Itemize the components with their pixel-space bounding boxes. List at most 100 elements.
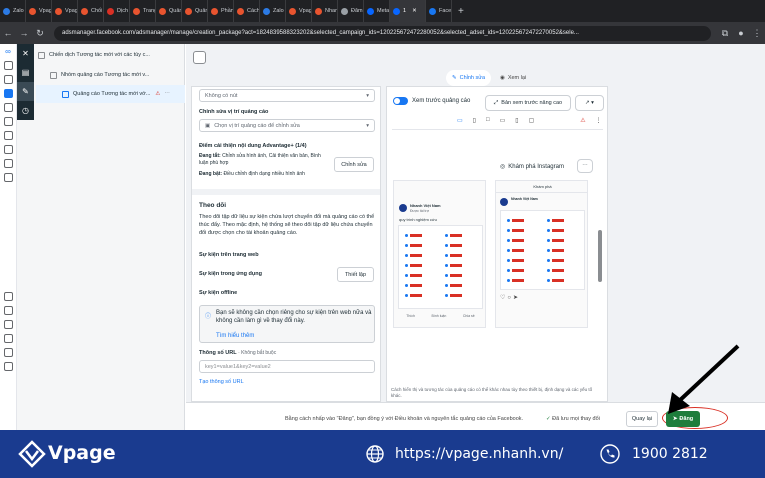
advanced-preview-button[interactable]: ⤢ Bản xem trước nâng cao: [485, 95, 571, 111]
preview-disclaimer: Cách hiển thị và tương tác của quảng cáo…: [391, 387, 593, 398]
browser-tab[interactable]: Quản: [156, 0, 182, 22]
history-icon[interactable]: ◷: [17, 101, 34, 120]
setup-button[interactable]: Thiết lập: [337, 267, 374, 282]
account-icon[interactable]: [3, 61, 13, 70]
tab-edit[interactable]: ✎ Chỉnh sửa: [446, 70, 491, 86]
flow-node: [507, 239, 510, 242]
comment-button[interactable]: Bình luận: [432, 314, 447, 318]
back-button[interactable]: Quay lại: [626, 411, 658, 427]
more-icon[interactable]: ⋯: [164, 91, 170, 97]
browser-tab[interactable]: Zalo: [260, 0, 286, 22]
search-icon[interactable]: [3, 348, 13, 357]
flow-label: [450, 264, 462, 267]
hamburger-icon[interactable]: [3, 173, 13, 182]
forward-icon[interactable]: →: [16, 28, 32, 38]
ig-action-icons[interactable]: ♡○➤: [500, 294, 520, 301]
settings-icon[interactable]: [3, 320, 13, 329]
flow-node: [547, 279, 550, 282]
explore-instagram-label: Khám phá Instagram: [508, 163, 564, 170]
notification-icon[interactable]: [3, 334, 13, 343]
tree-ad[interactable]: Quảng cáo Tương tác mới vớ... ⚠ ⋯: [36, 85, 185, 103]
hotline[interactable]: 1900 2812: [632, 446, 708, 462]
url-text: adsmanager.facebook.com/adsmanager/manag…: [62, 30, 579, 36]
address-bar[interactable]: adsmanager.facebook.com/adsmanager/manag…: [54, 25, 711, 41]
browser-tab[interactable]: Nhan: [312, 0, 338, 22]
tree-adset[interactable]: Nhóm quảng cáo Tương tác mới v...: [50, 66, 149, 84]
flow-node: [405, 274, 408, 277]
browser-tab[interactable]: Quản: [182, 0, 208, 22]
toggle-switch[interactable]: [393, 97, 408, 105]
device-switcher: ▭ ▯ □ ▭ ▯ ▢ ⚠ ⋮: [457, 117, 602, 124]
billing-icon[interactable]: [3, 131, 13, 140]
story-icon[interactable]: ▯: [515, 117, 518, 124]
browser-tab[interactable]: Dịch: [104, 0, 130, 22]
browser-tab[interactable]: Vpag: [286, 0, 312, 22]
square-icon[interactable]: □: [486, 117, 490, 124]
new-tab-icon[interactable]: +: [452, 6, 470, 17]
tab-favicon-icon: [133, 7, 140, 15]
meta-logo-icon[interactable]: ∞: [0, 47, 16, 56]
browser-tab[interactable]: Vpag: [52, 0, 78, 22]
flow-node: [405, 264, 408, 267]
url-params-optional: · Không bắt buộc: [238, 350, 277, 356]
learn-more-link[interactable]: Tìm hiểu thêm: [216, 333, 254, 339]
browser-tab[interactable]: Meta: [364, 0, 390, 22]
reload-icon[interactable]: ↻: [32, 28, 48, 39]
help-icon[interactable]: [3, 292, 13, 301]
folder-icon: [38, 51, 45, 59]
close-tab-icon[interactable]: ✕: [412, 8, 417, 14]
browser-tab[interactable]: Chối: [78, 0, 104, 22]
placement-select[interactable]: ▣ Chọn vị trí quảng cáo để chỉnh sửa ▾: [199, 119, 375, 132]
explore-instagram[interactable]: ◎ Khám phá Instagram: [495, 159, 569, 174]
browser-tab[interactable]: Facel: [426, 0, 452, 22]
emoji-icon[interactable]: [3, 75, 13, 84]
back-icon[interactable]: ←: [0, 28, 16, 38]
preview-toggle[interactable]: Xem trước quảng cáo: [393, 97, 470, 105]
tablet-icon[interactable]: ▭: [500, 117, 506, 124]
megaphone-icon[interactable]: [3, 145, 13, 154]
share-dropdown[interactable]: ↗ ▾: [575, 95, 604, 111]
url-params-input[interactable]: key1=value1&key2=value2: [199, 360, 375, 373]
profile-icon[interactable]: ●: [733, 28, 749, 38]
browser-tab[interactable]: Đăm: [338, 0, 364, 22]
create-url-params-link[interactable]: Tạo thông số URL: [199, 379, 244, 385]
preview-more-button[interactable]: ⋯: [577, 159, 593, 173]
desktop-icon[interactable]: ▭: [457, 117, 463, 124]
cta-select[interactable]: Không có nút ▾: [199, 89, 375, 102]
close-icon[interactable]: ✕: [17, 44, 34, 63]
flow-label: [450, 234, 462, 237]
tab-label: Zalo: [13, 8, 24, 14]
mobile-icon[interactable]: ▯: [473, 117, 476, 124]
menu-icon[interactable]: ⋮: [749, 28, 765, 39]
bug-icon[interactable]: [3, 362, 13, 371]
flow-node: [547, 239, 550, 242]
tab-favicon-icon: [289, 7, 296, 15]
browser-tab[interactable]: Vpag: [26, 0, 52, 22]
pages-icon[interactable]: [3, 103, 13, 112]
tree-campaign[interactable]: Chiến dịch Tương tác mới với các tùy c..…: [38, 46, 150, 64]
edit-pencil-icon[interactable]: ✎: [17, 82, 34, 101]
panel-icon[interactable]: ▤: [17, 63, 34, 82]
table-icon[interactable]: [3, 89, 13, 98]
browser-tab[interactable]: 1 ✕: [390, 0, 426, 22]
browser-tab[interactable]: Zalo: [0, 0, 26, 22]
website-url[interactable]: https://vpage.nhanh.vn/: [395, 446, 563, 462]
placement-value: Chọn vị trí quảng cáo để chỉnh sửa: [214, 122, 300, 129]
chart-icon[interactable]: [3, 117, 13, 126]
advantage-edit-button[interactable]: Chỉnh sửa: [334, 157, 374, 172]
tab-favicon-icon: [211, 7, 218, 15]
browser-tab[interactable]: Cách: [234, 0, 260, 22]
share-button[interactable]: Chia sẻ: [463, 314, 475, 318]
cta-value: Không có nút: [205, 92, 238, 99]
reel-icon[interactable]: ▢: [529, 117, 535, 124]
browser-tab[interactable]: Phần: [208, 0, 234, 22]
more-icon[interactable]: ⋮: [596, 117, 602, 124]
tab-review[interactable]: ◉ Xem lại: [500, 70, 526, 86]
collapse-panel-icon[interactable]: [193, 51, 206, 64]
like-button[interactable]: Thích: [406, 314, 415, 318]
extensions-icon[interactable]: ⧉: [717, 28, 733, 39]
browser-tab[interactable]: Trang: [130, 0, 156, 22]
preview-scrollbar[interactable]: [598, 230, 602, 282]
report-icon[interactable]: [3, 306, 13, 315]
audience-icon[interactable]: [3, 159, 13, 168]
